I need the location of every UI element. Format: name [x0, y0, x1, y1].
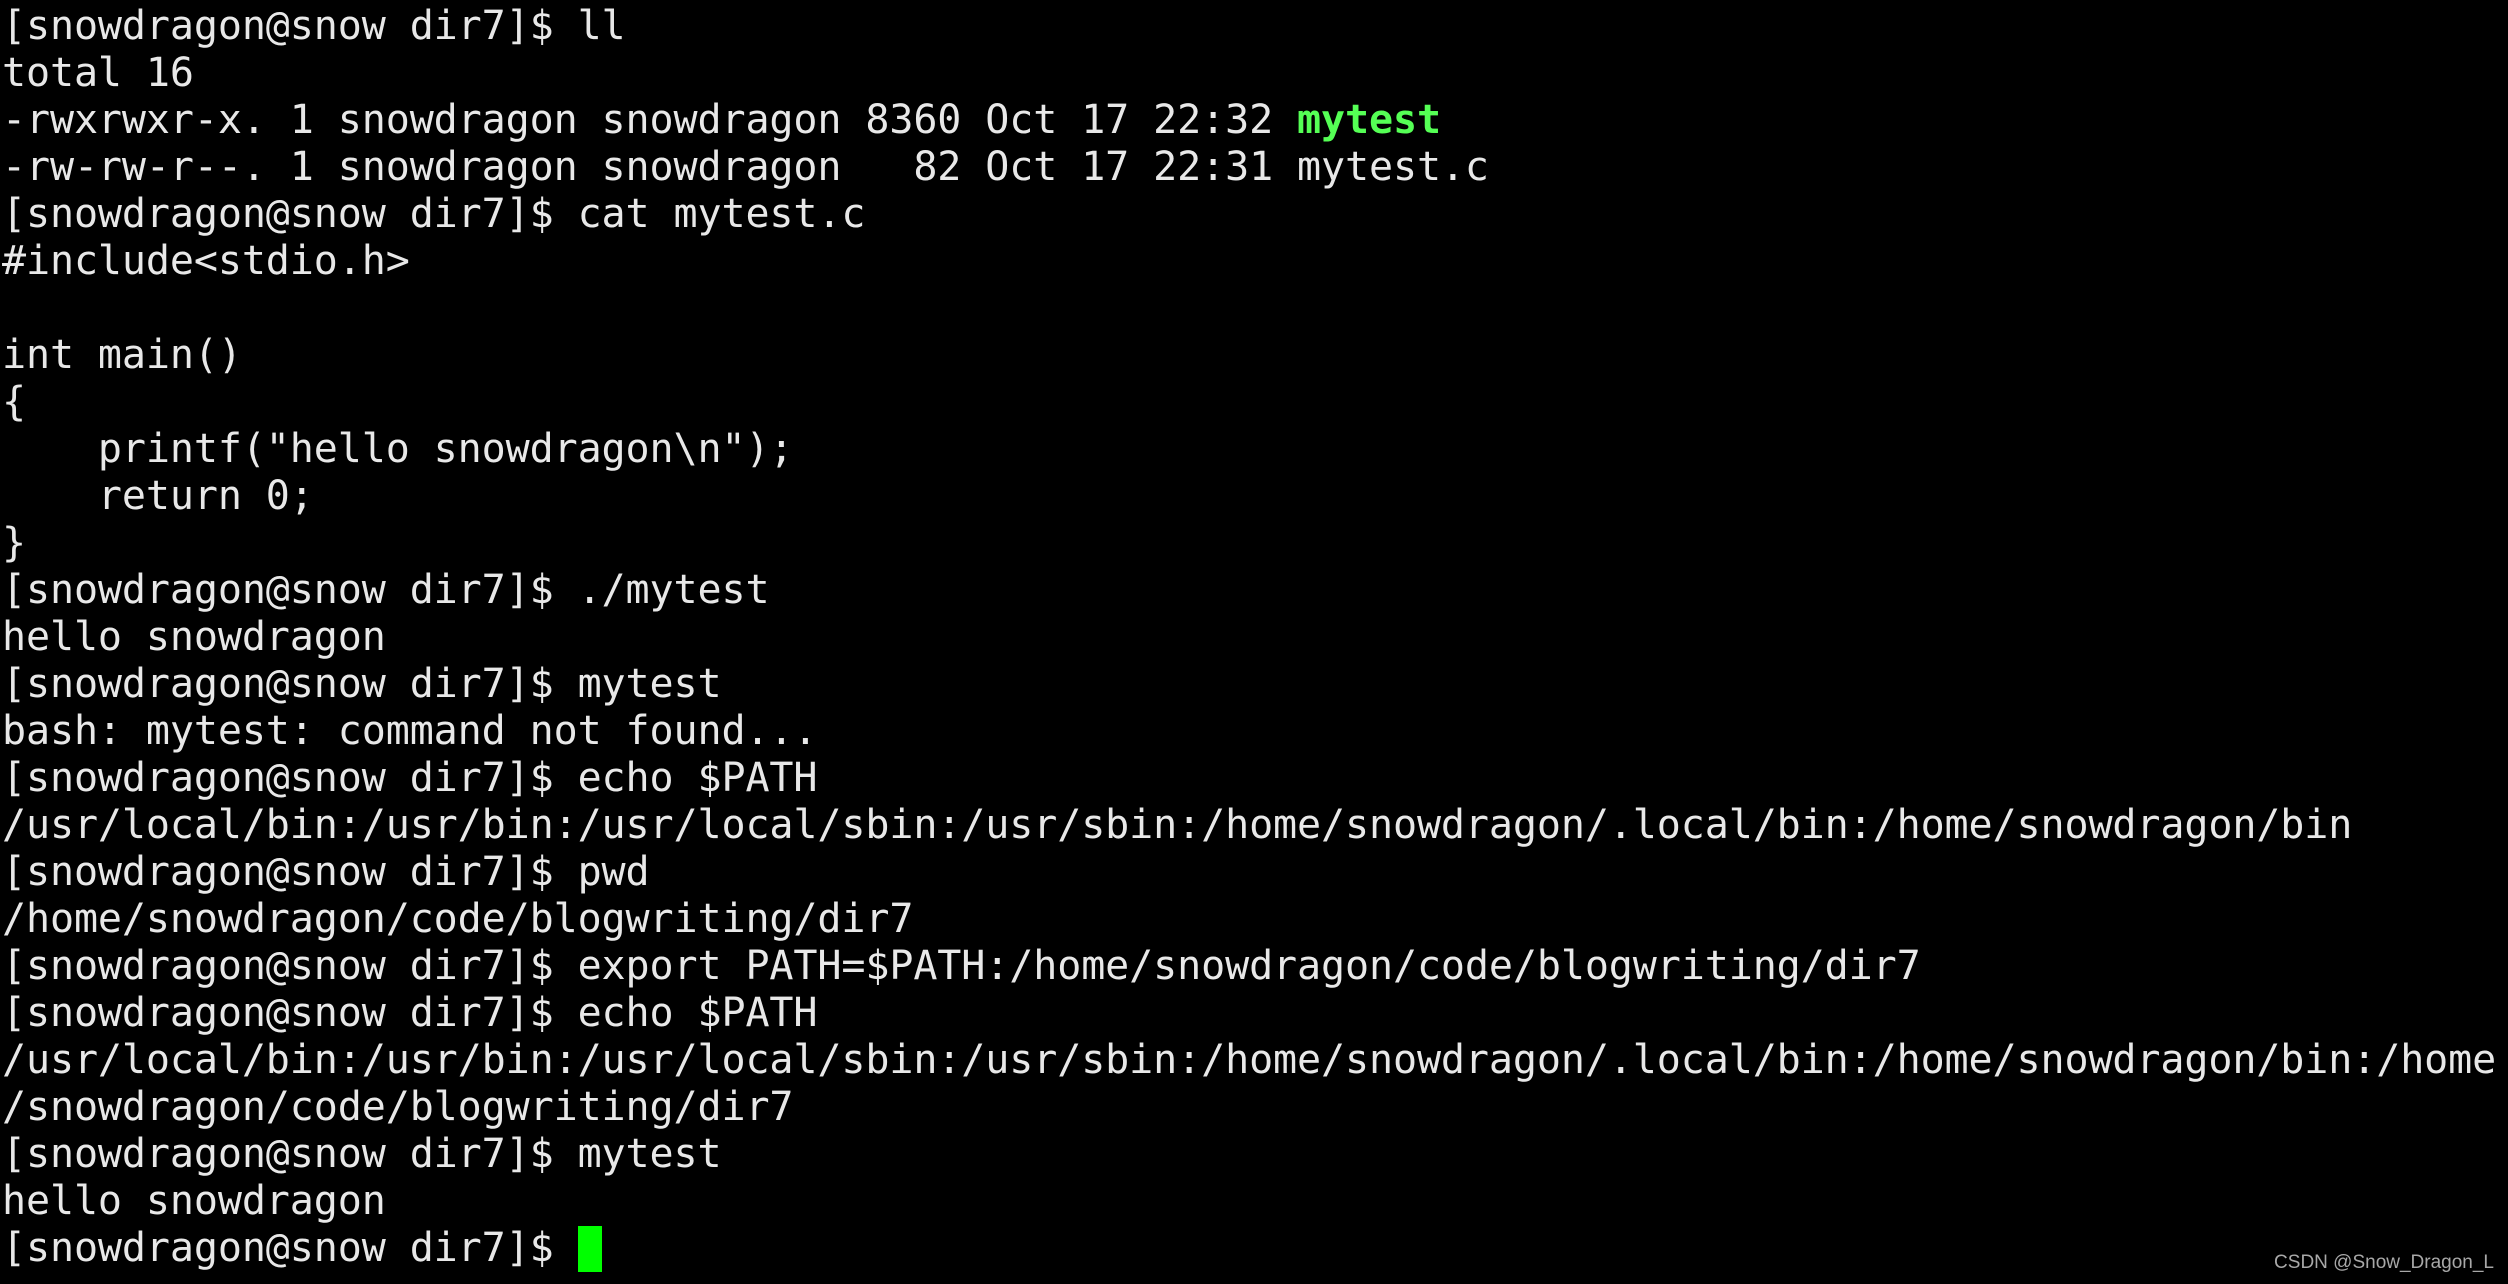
- terminal-line-output: /home/snowdragon/code/blogwriting/dir7: [2, 896, 914, 942]
- terminal-line-output: total 16: [2, 50, 194, 96]
- terminal-line-output: /snowdragon/code/blogwriting/dir7: [2, 1084, 794, 1130]
- terminal-line-output: [2, 285, 2508, 332]
- terminal-line-output: hello snowdragon: [2, 614, 386, 660]
- terminal-line-command: [snowdragon@snow dir7]$ mytest: [2, 1131, 722, 1177]
- terminal-line-output: }: [2, 520, 26, 566]
- terminal-output[interactable]: [snowdragon@snow dir7]$ ll total 16 -rwx…: [2, 3, 2508, 1272]
- terminal-line-output: -rw-rw-r--. 1 snowdragon snowdragon 82 O…: [2, 144, 1489, 190]
- terminal-line-output: {: [2, 379, 26, 425]
- terminal-line-command: [snowdragon@snow dir7]$ cat mytest.c: [2, 191, 866, 237]
- text-cursor: [577, 1226, 602, 1272]
- shell-prompt: [snowdragon@snow dir7]$: [2, 1225, 578, 1271]
- terminal-line-command: [snowdragon@snow dir7]$ ll: [2, 3, 626, 49]
- terminal-line-command: [snowdragon@snow dir7]$ export PATH=$PAT…: [2, 943, 1921, 989]
- terminal-line-output: return 0;: [2, 473, 314, 519]
- executable-filename: mytest: [1297, 97, 1441, 143]
- terminal-line-output: int main(): [2, 332, 242, 378]
- terminal-line-output: #include<stdio.h>: [2, 238, 410, 284]
- terminal-line-output: hello snowdragon: [2, 1178, 386, 1224]
- ls-entry-meta: -rwxrwxr-x. 1 snowdragon snowdragon 8360…: [2, 97, 1298, 143]
- terminal-line-output: bash: mytest: command not found...: [2, 708, 818, 754]
- terminal-line-command: [snowdragon@snow dir7]$ echo $PATH: [2, 990, 818, 1036]
- terminal-line-output: /usr/local/bin:/usr/bin:/usr/local/sbin:…: [2, 802, 2353, 848]
- terminal-input-line[interactable]: [snowdragon@snow dir7]$: [2, 1225, 2508, 1272]
- terminal-line-output: printf("hello snowdragon\n");: [2, 426, 794, 472]
- terminal-line-output: -rwxrwxr-x. 1 snowdragon snowdragon 8360…: [2, 97, 2508, 144]
- terminal-line-command: [snowdragon@snow dir7]$ echo $PATH: [2, 755, 818, 801]
- terminal-line-command: [snowdragon@snow dir7]$ mytest: [2, 661, 722, 707]
- terminal-line-output: /usr/local/bin:/usr/bin:/usr/local/sbin:…: [2, 1037, 2497, 1083]
- watermark: CSDN @Snow_Dragon_L: [2274, 1252, 2494, 1273]
- terminal-line-command: [snowdragon@snow dir7]$ ./mytest: [2, 567, 770, 613]
- terminal-line-command: [snowdragon@snow dir7]$ pwd: [2, 849, 650, 895]
